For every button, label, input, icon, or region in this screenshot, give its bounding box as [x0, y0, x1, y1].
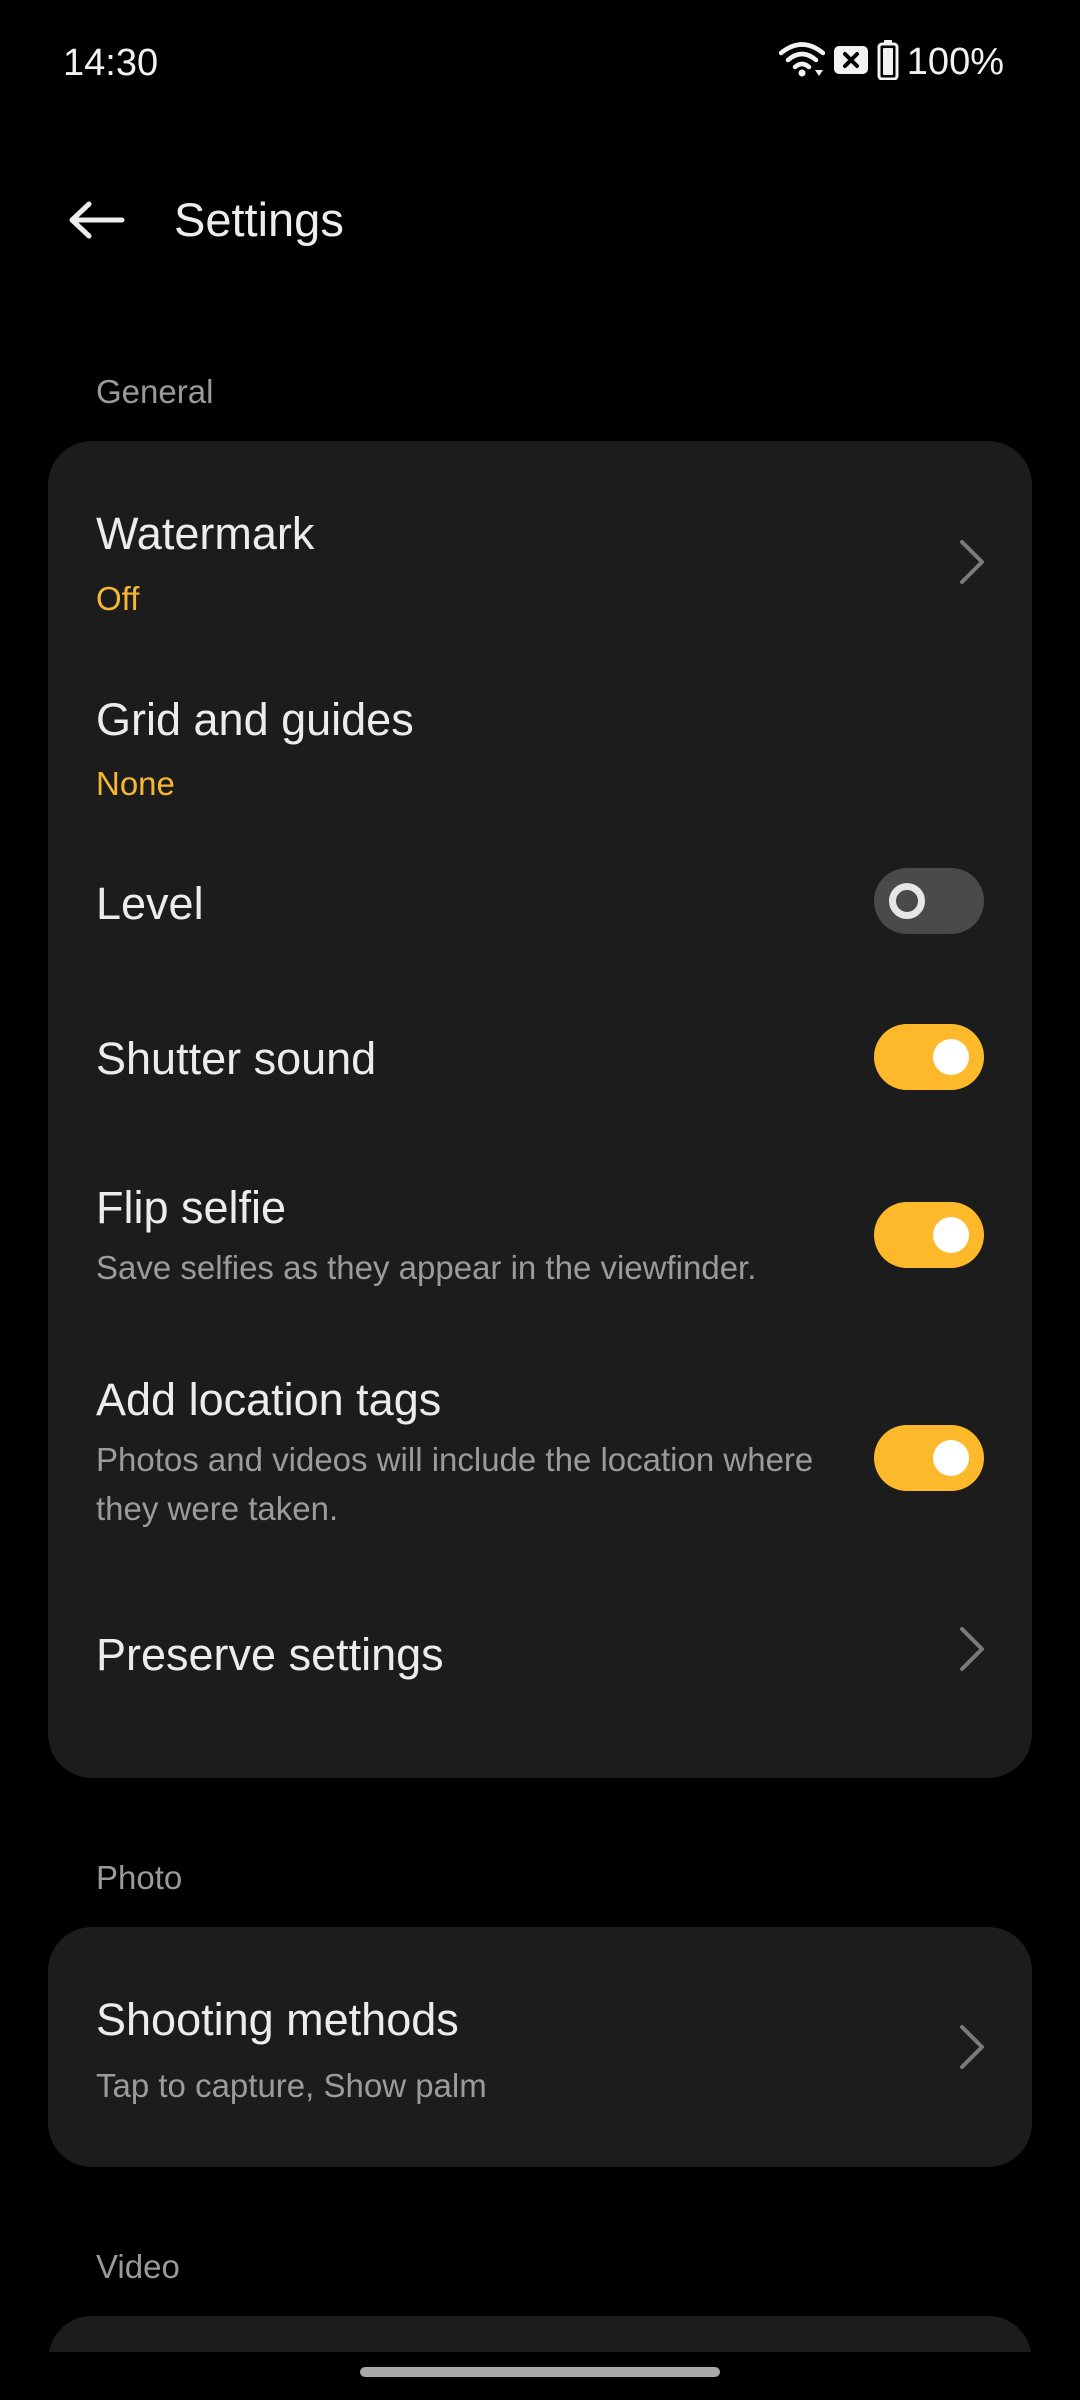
flip-subtitle: Save selfies as they appear in the viewf…: [96, 1249, 757, 1286]
grid-value: None: [96, 765, 175, 802]
setting-preserve-settings[interactable]: Preserve settings: [48, 1569, 1032, 1778]
chevron-right-icon: [960, 540, 984, 584]
photo-settings-card: Shooting methods Tap to capture, Show pa…: [48, 1927, 1032, 2167]
level-title: Level: [96, 878, 204, 929]
setting-level[interactable]: Level: [48, 823, 1032, 978]
watermark-title: Watermark: [96, 508, 315, 559]
setting-shooting-methods[interactable]: Shooting methods Tap to capture, Show pa…: [48, 1927, 1032, 2167]
chevron-right-icon: [960, 1627, 984, 1671]
section-label-general: General: [96, 373, 214, 410]
location-tags-toggle[interactable]: [874, 1425, 984, 1491]
section-label-photo: Photo: [96, 1859, 183, 1896]
home-gesture-handle[interactable]: [360, 2367, 720, 2377]
arrow-left-icon: [69, 201, 125, 239]
battery-percentage: 100%: [906, 40, 1004, 83]
back-button[interactable]: [56, 184, 136, 256]
battery-icon: [877, 39, 899, 85]
level-toggle-knob: [889, 883, 925, 919]
setting-grid-and-guides[interactable]: Grid and guides None: [48, 627, 1032, 823]
shutter-toggle-knob: [933, 1039, 969, 1075]
page-title: Settings: [174, 193, 344, 246]
setting-shutter-sound[interactable]: Shutter sound: [48, 978, 1032, 1138]
setting-add-location-tags[interactable]: Add location tags Photos and videos will…: [48, 1330, 1032, 1569]
preserve-title: Preserve settings: [96, 1629, 444, 1680]
flip-toggle-knob: [933, 1217, 969, 1253]
watermark-value: Off: [96, 580, 140, 617]
location-title: Add location tags: [96, 1374, 442, 1425]
location-toggle-knob: [933, 1440, 969, 1476]
camera-settings-page: 14:30 100% Settings General Watermark Of…: [0, 0, 1080, 2400]
flip-selfie-toggle[interactable]: [874, 1202, 984, 1268]
grid-title: Grid and guides: [96, 694, 414, 745]
notification-x-icon: [833, 44, 869, 81]
setting-watermark[interactable]: Watermark Off: [48, 441, 1032, 627]
setting-flip-selfie[interactable]: Flip selfie Save selfies as they appear …: [48, 1138, 1032, 1330]
chevron-right-icon: [960, 2025, 984, 2069]
section-label-video: Video: [96, 2248, 180, 2285]
shooting-subtitle: Tap to capture, Show palm: [96, 2067, 487, 2104]
location-subtitle: Photos and videos will include the locat…: [96, 1441, 814, 1527]
wifi-icon: [778, 40, 826, 85]
flip-title: Flip selfie: [96, 1182, 287, 1233]
level-toggle[interactable]: [874, 868, 984, 934]
shutter-sound-toggle[interactable]: [874, 1024, 984, 1090]
shutter-title: Shutter sound: [96, 1033, 377, 1084]
general-settings-card: Watermark Off Grid and guides None Level…: [48, 441, 1032, 1778]
status-time: 14:30: [63, 42, 159, 84]
shooting-title: Shooting methods: [96, 1994, 459, 2045]
status-icons: 100%: [778, 39, 1004, 85]
status-bar: 14:30 100%: [0, 0, 1080, 128]
app-bar: Settings: [0, 170, 1080, 270]
